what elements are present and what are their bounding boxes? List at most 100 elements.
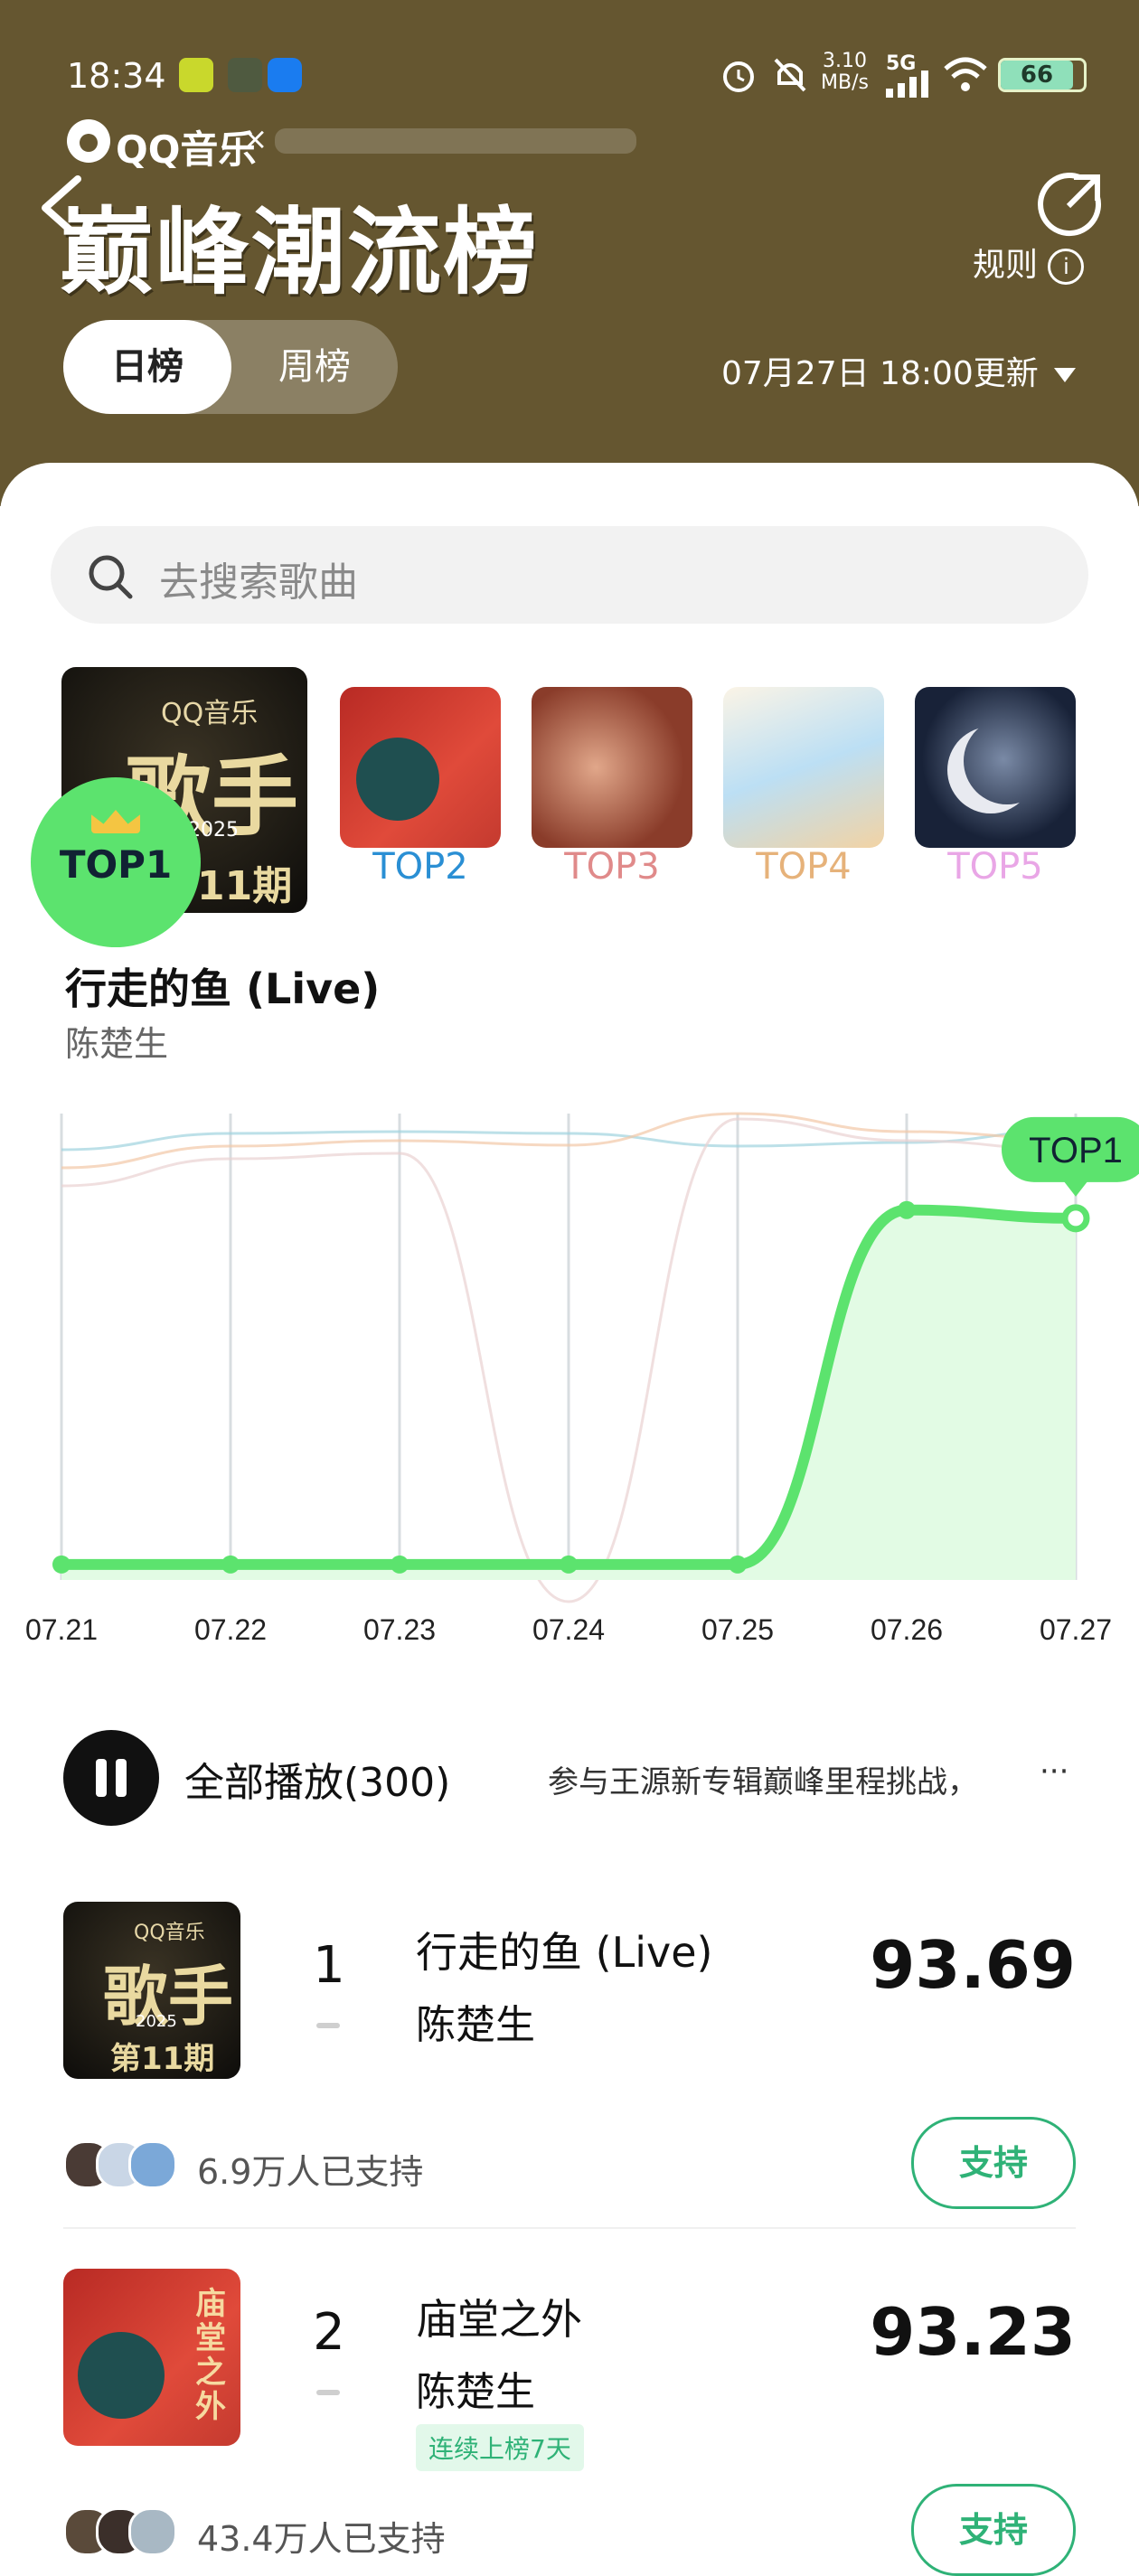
top5-label: TOP5 — [947, 846, 1043, 888]
search-icon — [89, 555, 133, 599]
brand-name: QQ音乐 — [116, 127, 257, 172]
cover-brand: QQ音乐 — [134, 1922, 205, 1944]
rank-change-indicator — [316, 2023, 340, 2028]
x-tick-label: 07.21 — [25, 1613, 98, 1646]
crown-icon — [91, 810, 140, 833]
featured-artist: 陈楚生 — [65, 1024, 169, 1064]
rules-link[interactable]: 规则 i — [973, 239, 1085, 286]
shield-icon — [228, 58, 262, 92]
list-item-score: 93.69 — [870, 1927, 1076, 2003]
cover-art — [356, 738, 439, 821]
alarm-icon — [723, 61, 754, 92]
qq-music-logo-icon — [67, 119, 110, 163]
supporter-avatars — [63, 2140, 190, 2191]
streak-badge: 连续上榜7天 — [416, 2424, 584, 2471]
x-tick-label: 07.22 — [194, 1613, 267, 1646]
cover-year: 2025 — [136, 2012, 177, 2031]
chat-icon — [268, 58, 302, 92]
tab-daily[interactable]: 日榜 — [63, 320, 231, 414]
top1-badge: TOP1 — [31, 777, 201, 947]
data-point — [560, 1555, 578, 1574]
end-label: TOP1 — [1029, 1131, 1123, 1170]
info-icon: i — [1048, 249, 1085, 285]
supporter-avatars — [63, 2507, 190, 2558]
data-point — [898, 1200, 916, 1219]
x-tick-label: 07.26 — [871, 1613, 943, 1646]
list-item-title[interactable]: 庙堂之外 — [416, 2287, 582, 2346]
cover-top5[interactable] — [915, 687, 1076, 848]
list-item-artist[interactable]: 陈楚生 — [416, 1992, 535, 2050]
campaign-marquee[interactable]: 参与王源新专辑巅峰里程挑战， — [548, 1757, 978, 1801]
cover-issue: 第11期 — [110, 2041, 215, 2077]
play-all-button[interactable] — [63, 1730, 159, 1826]
supporter-count: 43.4万人已支持 — [197, 2519, 446, 2559]
partner-logo — [275, 128, 636, 154]
list-item-cover-1[interactable]: QQ音乐 歌手 2025 第11期 — [63, 1902, 240, 2079]
data-point-current — [1061, 1204, 1090, 1233]
top2-label: TOP2 — [372, 846, 468, 888]
wifi-icon — [944, 57, 987, 91]
data-point — [391, 1555, 409, 1574]
net-speed: 3.10 MB/s — [821, 51, 869, 94]
update-time[interactable]: 07月27日 18:00更新 — [721, 347, 1077, 394]
cover-big-text: 庙堂之外 — [195, 2286, 226, 2425]
rank-number: 1 — [313, 1936, 345, 1995]
cover-brand: QQ音乐 — [161, 698, 259, 729]
battery-level: 66 — [1001, 61, 1073, 89]
brand-cross: × — [242, 121, 268, 157]
data-point — [52, 1555, 71, 1574]
mute-bell-icon — [774, 58, 806, 92]
x-tick-label: 07.23 — [363, 1613, 436, 1646]
rules-label: 规则 — [973, 247, 1039, 284]
pause-icon-bar — [116, 1759, 127, 1797]
cover-issue: 11期 — [197, 863, 293, 909]
list-item-artist[interactable]: 陈楚生 — [416, 2359, 535, 2417]
header-banner: 18:34 3.10 MB/s 5G 66 QQ音乐 × 巅峰潮流榜 规则 i … — [0, 0, 1139, 506]
play-all-label[interactable]: 全部播放(300) — [184, 1750, 450, 1808]
net-speed-unit: MB/s — [821, 71, 869, 94]
avatar — [128, 2507, 177, 2556]
support-button[interactable]: 支持 — [911, 2484, 1076, 2576]
rank-change-indicator — [316, 2390, 340, 2395]
top1-label: TOP1 — [59, 842, 173, 887]
signal-icon — [886, 71, 928, 98]
status-time: 18:34 — [67, 56, 166, 96]
cover-top3[interactable] — [532, 687, 692, 848]
net-speed-value: 3.10 — [822, 50, 867, 72]
cover-art — [78, 2332, 165, 2419]
data-point — [729, 1555, 747, 1574]
update-time-text: 07月27日 18:00更新 — [721, 355, 1039, 392]
app-icon — [179, 58, 213, 92]
share-icon[interactable] — [1036, 170, 1105, 239]
list-item-cover-2[interactable]: 庙堂之外 — [63, 2269, 240, 2446]
cover-top2[interactable] — [340, 687, 501, 848]
search-input[interactable]: 去搜索歌曲 — [159, 550, 358, 607]
x-tick-label: 07.25 — [701, 1613, 774, 1646]
divider — [63, 2227, 1076, 2229]
cover-top4[interactable] — [723, 687, 884, 848]
tab-weekly[interactable]: 周榜 — [231, 320, 398, 414]
main-sheet: 去搜索歌曲 QQ音乐 歌手 2025 11期 TOP1 TOP2 TOP3 TO… — [0, 463, 1139, 2576]
chevron-down-icon — [1054, 368, 1077, 382]
support-button[interactable]: 支持 — [911, 2117, 1076, 2209]
supporter-count: 6.9万人已支持 — [197, 2152, 424, 2192]
battery-icon: 66 — [998, 58, 1087, 92]
list-item-title[interactable]: 行走的鱼 (Live) — [416, 1920, 712, 1979]
end-label-pointer — [1063, 1180, 1088, 1197]
rank-number: 2 — [313, 2303, 345, 2362]
featured-song-title: 行走的鱼 (Live) — [65, 964, 381, 1013]
x-tick-label: 07.27 — [1040, 1613, 1112, 1646]
x-tick-label: 07.24 — [532, 1613, 605, 1646]
moon-art — [964, 718, 1050, 804]
search-bar[interactable]: 去搜索歌曲 — [51, 526, 1088, 624]
top3-label: TOP3 — [564, 846, 660, 888]
period-tabs: 日榜 周榜 — [63, 320, 398, 414]
trend-chart: TOP1 07.21 07.22 07.23 07.24 07.25 07.26 07.27 — [25, 1112, 1139, 1646]
list-item-score: 93.23 — [870, 2294, 1076, 2370]
top4-label: TOP4 — [756, 846, 852, 888]
data-point — [221, 1555, 240, 1574]
more-icon[interactable]: ··· — [1040, 1753, 1068, 1790]
pause-icon — [96, 1759, 107, 1797]
page-title: 巅峰潮流榜 — [60, 197, 540, 307]
avatar — [128, 2140, 177, 2189]
